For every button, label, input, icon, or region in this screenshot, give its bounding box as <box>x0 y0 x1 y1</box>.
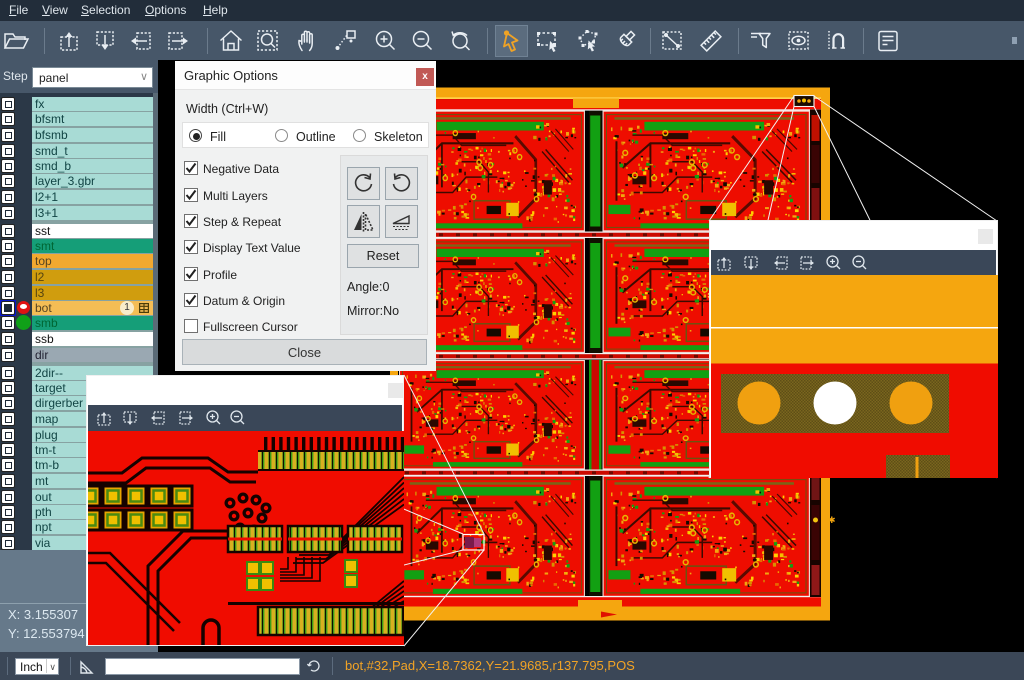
svg-text:✱: ✱ <box>828 515 836 525</box>
